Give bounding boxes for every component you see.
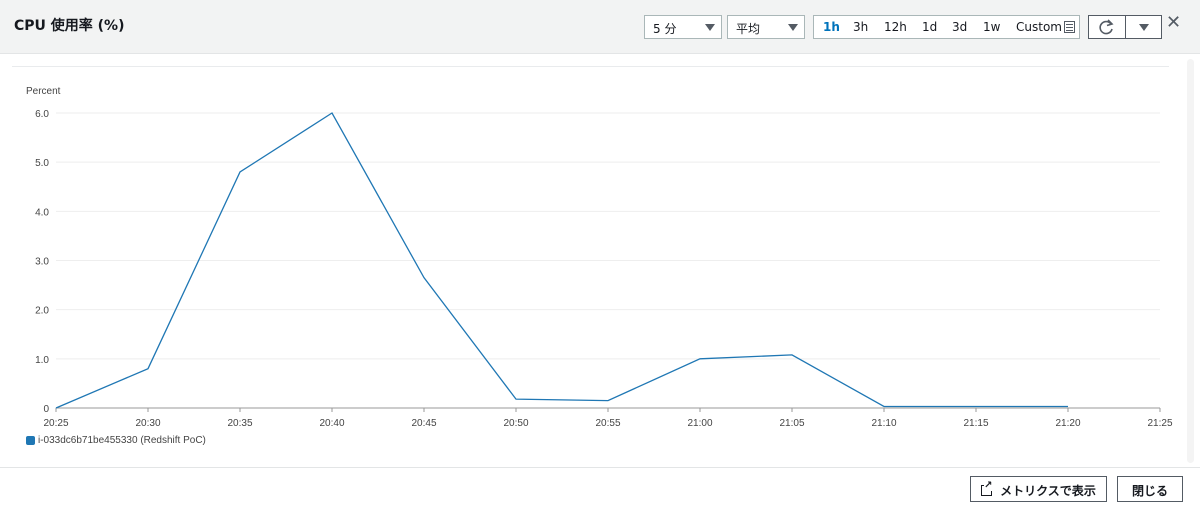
y-axis-label: Percent <box>26 86 61 97</box>
x-tick-label: 21:20 <box>1055 418 1080 429</box>
external-link-icon <box>981 481 993 496</box>
y-tick-label: 5.0 <box>35 158 49 169</box>
y-tick-label: 3.0 <box>35 257 49 268</box>
legend-label: i-033dc6b71be455330 (Redshift PoC) <box>38 435 206 446</box>
view-in-metrics-label: メトリクスで表示 <box>1000 484 1096 498</box>
x-tick-label: 21:00 <box>687 418 712 429</box>
x-tick-label: 21:10 <box>871 418 896 429</box>
x-tick-label: 21:15 <box>963 418 988 429</box>
x-tick-label: 20:30 <box>135 418 160 429</box>
x-tick-label: 20:25 <box>43 418 68 429</box>
x-tick-label: 20:50 <box>503 418 528 429</box>
y-tick-label: 2.0 <box>35 306 49 317</box>
x-tick-label: 20:40 <box>319 418 344 429</box>
widget-footer: メトリクスで表示 閉じる <box>0 467 1200 507</box>
y-tick-label: 1.0 <box>35 355 49 366</box>
view-in-metrics-button[interactable]: メトリクスで表示 <box>970 476 1107 502</box>
x-tick-label: 20:45 <box>411 418 436 429</box>
cpu-line-chart: Percent 0 1.0 2.0 3.0 4.0 5.0 6.0 20:25 20:30 20… <box>26 86 1173 429</box>
close-button-label: 閉じる <box>1131 484 1168 498</box>
close-button[interactable]: 閉じる <box>1117 476 1183 502</box>
y-tick-label: 4.0 <box>35 207 49 218</box>
x-tick-label: 20:35 <box>227 418 252 429</box>
x-tick-label: 21:25 <box>1147 418 1172 429</box>
legend-swatch <box>26 436 35 445</box>
y-tick-label: 6.0 <box>35 109 49 120</box>
x-tick-label: 20:55 <box>595 418 620 429</box>
x-tick-label: 21:05 <box>779 418 804 429</box>
y-tick-label: 0 <box>43 404 49 415</box>
